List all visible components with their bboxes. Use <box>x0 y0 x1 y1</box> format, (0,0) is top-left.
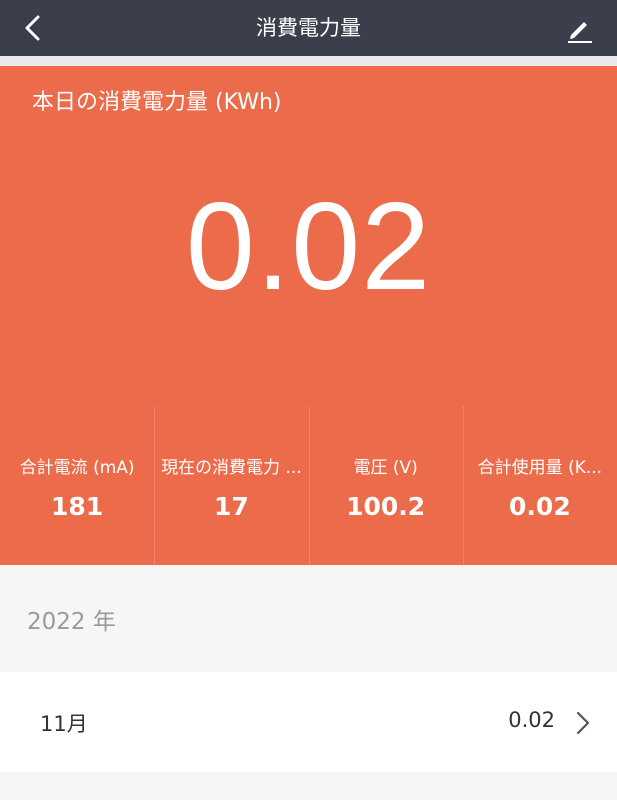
month-value: 0.02 <box>508 708 555 732</box>
top-navigation-bar: 消費電力量 <box>0 0 617 56</box>
header-divider <box>0 56 617 66</box>
today-heading: 本日の消費電力量 (KWh) <box>32 90 282 115</box>
stat-value: 17 <box>213 492 249 521</box>
page-title: 消費電力量 <box>256 16 361 40</box>
today-consumption-value: 0.02 <box>185 178 432 316</box>
pencil-icon <box>568 22 592 43</box>
stat-value: 0.02 <box>509 492 571 521</box>
list-item-month[interactable]: 11月 0.02 <box>0 672 617 772</box>
chevron-right-icon <box>576 711 590 735</box>
stat-label: 合計電流 (mA) <box>19 458 135 478</box>
stat-label: 合計使用量 (K... <box>477 458 603 478</box>
edit-button[interactable] <box>565 14 595 44</box>
today-summary-panel: 本日の消費電力量 (KWh) 0.02 合計電流 (mA) 181 現在の消費電… <box>0 66 617 565</box>
stat-current-power: 現在の消費電力 ... 17 <box>154 406 308 565</box>
stat-value: 181 <box>51 492 104 521</box>
stat-label: 電圧 (V) <box>353 458 418 478</box>
stat-total-usage: 合計使用量 (K... 0.02 <box>462 406 617 565</box>
stats-row: 合計電流 (mA) 181 現在の消費電力 ... 17 電圧 (V) 100.… <box>0 406 617 565</box>
year-section-header: 2022 年 <box>27 609 116 635</box>
month-label: 11月 <box>40 712 88 736</box>
stat-value: 100.2 <box>346 492 426 521</box>
stat-voltage: 電圧 (V) 100.2 <box>308 406 463 565</box>
stat-total-current: 合計電流 (mA) 181 <box>0 406 154 565</box>
stat-label: 現在の消費電力 ... <box>161 458 302 478</box>
